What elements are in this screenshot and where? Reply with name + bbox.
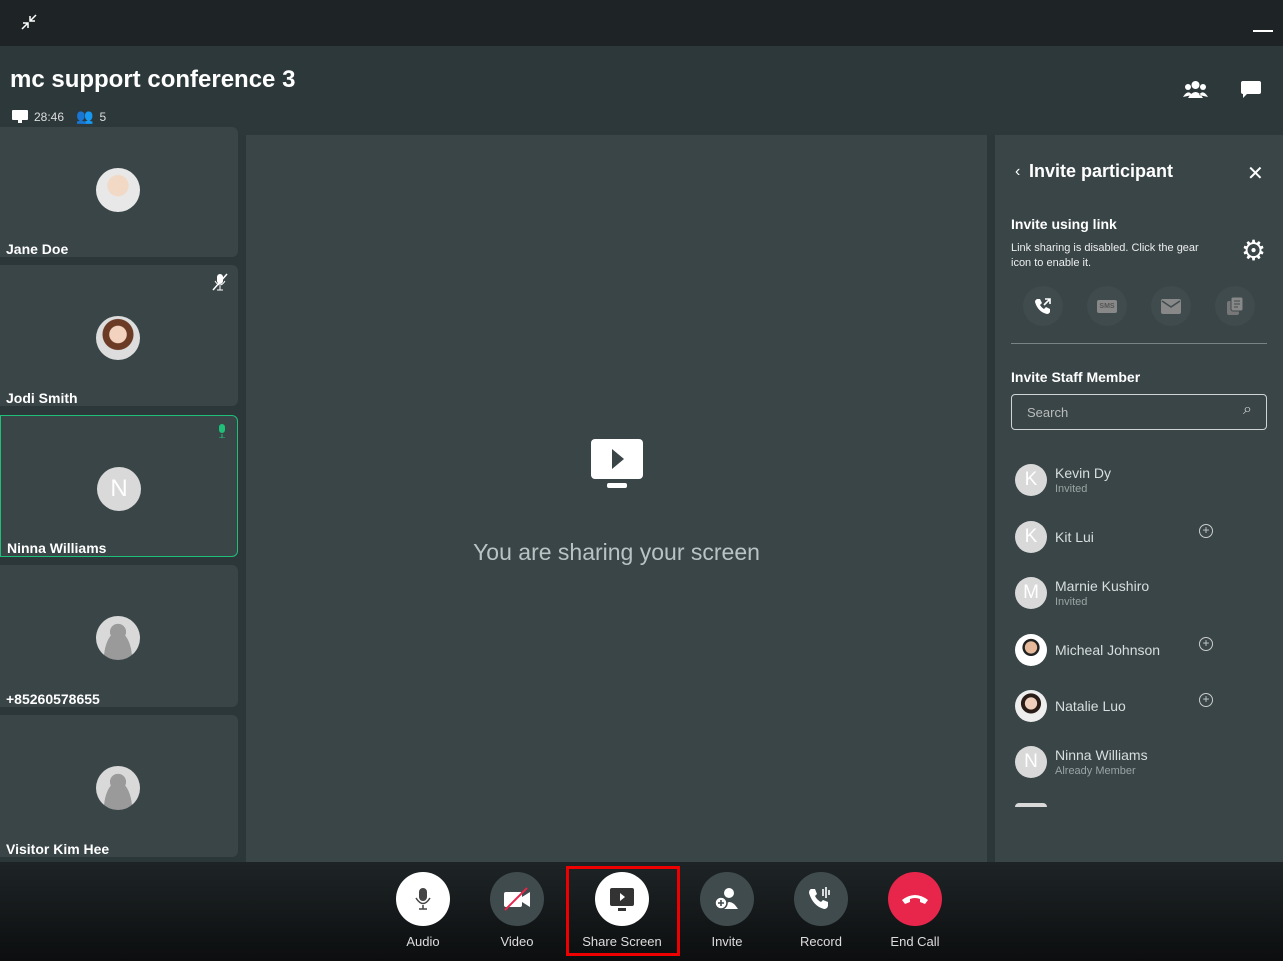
mic-muted-icon xyxy=(212,273,228,291)
member-status: Already Member xyxy=(1055,765,1136,777)
member-status: Invited xyxy=(1055,596,1088,608)
screen-share-area: You are sharing your screen xyxy=(246,135,987,862)
list-item-partial xyxy=(1015,803,1047,807)
mail-icon xyxy=(1161,298,1181,314)
collapse-arrows-icon[interactable] xyxy=(20,13,38,31)
end-call-button[interactable]: End Call xyxy=(875,872,955,949)
record-call-icon xyxy=(809,887,830,909)
back-icon[interactable]: ‹ xyxy=(1015,163,1020,181)
avatar: K xyxy=(1015,521,1047,553)
participants-button[interactable] xyxy=(1183,80,1208,98)
participant-name: Visitor Kim Hee xyxy=(6,841,110,857)
screen-share-small-icon xyxy=(12,110,28,123)
add-person-icon xyxy=(714,888,738,910)
participant-name: Jodi Smith xyxy=(6,390,78,406)
staff-list-item[interactable]: Micheal Johnson + xyxy=(1015,634,1255,668)
staff-list-item[interactable]: K Kit Lui + xyxy=(1015,521,1255,555)
call-duration: 28:46 xyxy=(34,109,65,124)
conference-header: mc support conference 3 28:46 👥 5 xyxy=(0,46,1283,135)
staff-list-item[interactable]: M Marnie Kushiro Invited xyxy=(1015,577,1255,611)
participant-tile[interactable]: +85260578655 xyxy=(0,565,238,707)
search-icon: ⌕ xyxy=(1243,401,1252,418)
participant-tile[interactable]: Jodi Smith xyxy=(0,265,238,406)
control-label: Audio xyxy=(406,934,440,949)
default-avatar-icon xyxy=(96,766,140,810)
video-off-icon xyxy=(504,887,530,911)
window-bar xyxy=(0,0,1283,46)
copy-icon xyxy=(1227,297,1244,315)
avatar xyxy=(96,168,140,212)
chat-button[interactable] xyxy=(1241,80,1261,98)
minimize-icon[interactable] xyxy=(1253,30,1273,32)
video-button[interactable]: Video xyxy=(477,872,557,949)
invite-panel: ‹ Invite participant ✕ Invite using link… xyxy=(995,135,1283,862)
member-name: Kevin Dy xyxy=(1055,465,1112,481)
add-member-icon[interactable]: + xyxy=(1199,524,1213,538)
member-status: Invited xyxy=(1055,483,1088,495)
invite-link-heading: Invite using link xyxy=(1011,216,1117,232)
member-name: Natalie Luo xyxy=(1055,698,1126,714)
avatar: K xyxy=(1015,464,1047,496)
member-name: Ninna Williams xyxy=(1055,747,1148,763)
call-invite-button[interactable] xyxy=(1023,286,1063,326)
staff-search-input[interactable]: Search ⌕ xyxy=(1011,394,1267,430)
participant-tile[interactable]: Visitor Kim Hee xyxy=(0,715,238,857)
avatar: N xyxy=(1015,746,1047,778)
search-placeholder: Search xyxy=(1027,405,1069,420)
page-title: mc support conference 3 xyxy=(10,66,296,93)
avatar-photo xyxy=(1015,690,1047,722)
participant-name: Jane Doe xyxy=(6,241,69,257)
participant-tile[interactable]: Jane Doe xyxy=(0,127,238,257)
share-screen-highlight xyxy=(566,866,680,956)
avatar xyxy=(96,316,140,360)
hang-up-icon xyxy=(902,895,928,904)
member-name: Marnie Kushiro xyxy=(1055,578,1150,594)
close-icon[interactable]: ✕ xyxy=(1247,161,1264,186)
staff-list-item[interactable]: Natalie Luo + xyxy=(1015,690,1255,724)
sharing-message: You are sharing your screen xyxy=(473,539,760,565)
microphone-icon xyxy=(415,888,431,910)
participant-name: Ninna Williams xyxy=(7,540,107,556)
participant-count: 5 xyxy=(99,109,107,124)
divider xyxy=(1011,343,1267,344)
link-note: Link sharing is disabled. Click the gear… xyxy=(1011,242,1199,269)
screen-share-icon xyxy=(591,439,643,488)
staff-list-item[interactable]: K Kevin Dy Invited xyxy=(1015,464,1255,498)
member-name: Micheal Johnson xyxy=(1055,642,1161,658)
avatar: N xyxy=(97,467,141,511)
phone-forward-icon xyxy=(1035,298,1051,314)
control-label: Video xyxy=(500,934,534,949)
audio-button[interactable]: Audio xyxy=(383,872,463,949)
invite-button[interactable]: Invite xyxy=(687,872,767,949)
avatar-photo xyxy=(1015,634,1047,666)
control-label: Record xyxy=(800,934,842,949)
default-avatar-icon xyxy=(96,616,140,660)
gear-icon[interactable]: ⚙ xyxy=(1241,237,1266,265)
control-label: End Call xyxy=(890,934,940,949)
member-name: Kit Lui xyxy=(1055,529,1094,545)
add-member-icon[interactable]: + xyxy=(1199,637,1213,651)
copy-link-button[interactable] xyxy=(1215,286,1255,326)
invite-staff-heading: Invite Staff Member xyxy=(1011,369,1141,385)
email-invite-button[interactable] xyxy=(1151,286,1191,326)
participant-tile-active[interactable]: N Ninna Williams xyxy=(0,415,238,557)
record-button[interactable]: Record xyxy=(781,872,861,949)
people-icon: 👥 xyxy=(76,108,94,124)
add-member-icon[interactable]: + xyxy=(1199,693,1213,707)
avatar: M xyxy=(1015,577,1047,609)
sms-icon: SMS xyxy=(1097,299,1117,313)
mic-active-icon xyxy=(219,424,225,438)
staff-list-item[interactable]: N Ninna Williams Already Member xyxy=(1015,746,1255,780)
participant-name: +85260578655 xyxy=(6,691,100,707)
panel-title: Invite participant xyxy=(1029,161,1174,181)
sms-invite-button[interactable]: SMS xyxy=(1087,286,1127,326)
control-label: Invite xyxy=(711,934,743,949)
